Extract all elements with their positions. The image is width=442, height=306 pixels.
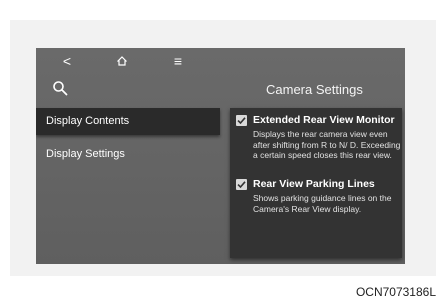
sidebar-item-display-contents[interactable]: Display Contents (36, 108, 220, 135)
menu-icon: ≡ (173, 53, 183, 69)
sidebar-item-label: Display Contents (46, 115, 130, 127)
menu-button[interactable]: ≡ (167, 52, 189, 70)
chevron-left-icon: < (62, 53, 72, 69)
figure-code: OCN7073186L (355, 285, 436, 299)
back-button[interactable]: < (56, 52, 78, 70)
sidebar-item-label: Display Settings (46, 148, 125, 160)
option-title: Rear View Parking Lines (253, 178, 375, 190)
page-title: Camera Settings (266, 82, 363, 97)
option-description: Displays the rear camera view even after… (253, 129, 401, 160)
home-button[interactable] (111, 52, 133, 70)
option-description: Shows parking guidance lines on the Came… (253, 193, 392, 214)
home-icon (117, 56, 127, 66)
settings-panel: Extended Rear View Monitor Displays the … (230, 108, 402, 258)
checkmark-icon (237, 181, 246, 189)
checkbox-rear-view-parking-lines[interactable] (236, 179, 247, 190)
infotainment-screen: < ≡ Camera Settings Display Contents Dis… (36, 48, 405, 264)
checkbox-extended-rear-view-monitor[interactable] (236, 115, 247, 126)
search-icon (53, 81, 68, 96)
sidebar-item-display-settings[interactable]: Display Settings (46, 147, 125, 161)
top-bar: < ≡ (36, 48, 405, 74)
option-title: Extended Rear View Monitor (253, 114, 395, 126)
search-button[interactable] (52, 80, 70, 98)
checkmark-icon (237, 117, 246, 125)
